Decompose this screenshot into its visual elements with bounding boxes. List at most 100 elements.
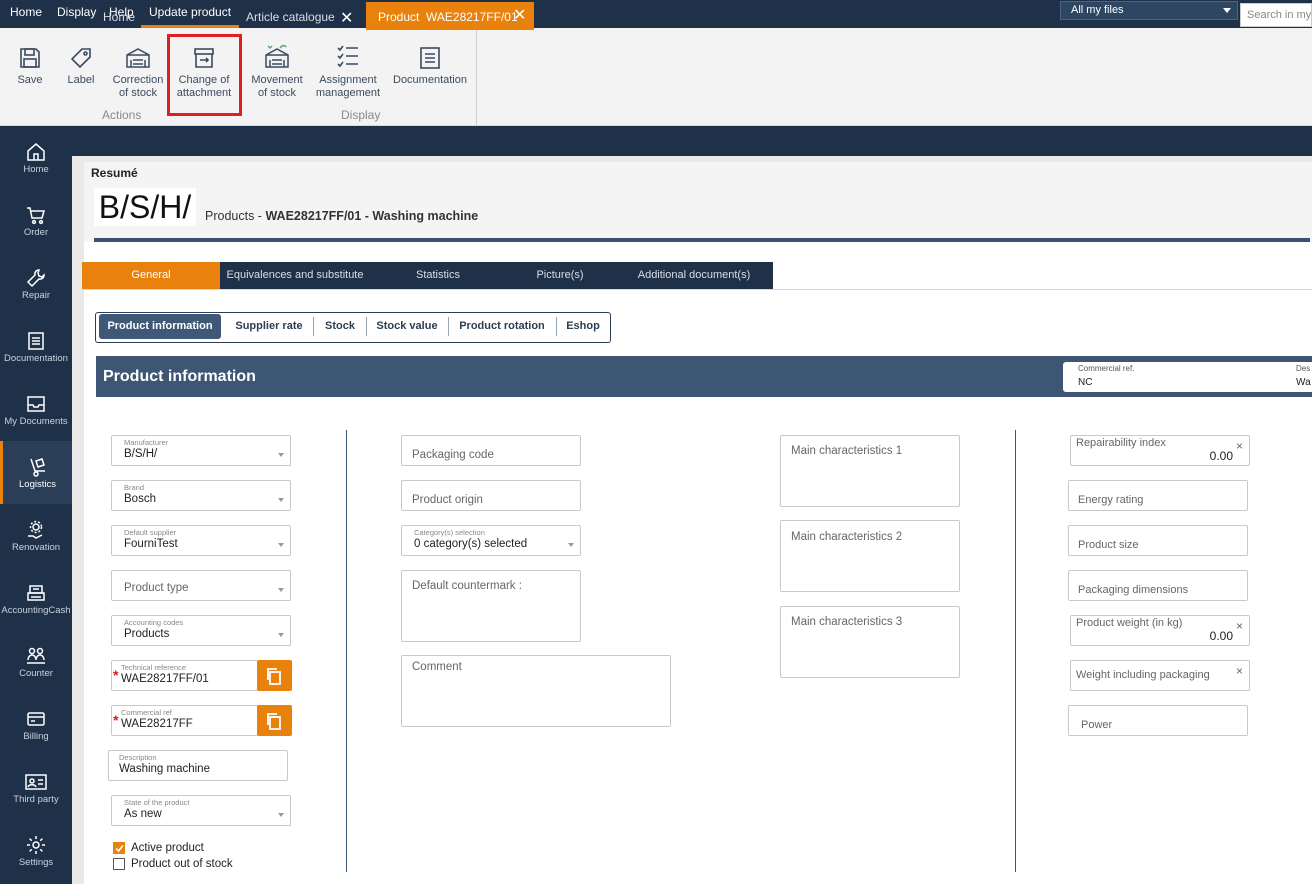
comment-textarea[interactable]: Comment bbox=[401, 655, 671, 727]
ribbon-group-divider bbox=[476, 28, 477, 126]
description-field[interactable]: Description Washing machine bbox=[108, 750, 288, 781]
repairability-index-field[interactable]: Repairability index 0.00 × bbox=[1070, 435, 1250, 466]
menu-update-product[interactable]: Update product bbox=[141, 0, 240, 28]
manufacturer-select[interactable]: Manufacturer B/S/H/ bbox=[111, 435, 291, 466]
accounting-codes-label: Accounting codes bbox=[124, 618, 184, 627]
manufacturer-value: B/S/H/ bbox=[124, 448, 158, 460]
nav-settings-label: Settings bbox=[18, 857, 54, 868]
product-type-select[interactable]: Product type bbox=[111, 570, 291, 601]
clear-icon[interactable]: × bbox=[1236, 439, 1243, 453]
movement-of-stock-button[interactable]: Movement of stock bbox=[248, 42, 306, 100]
weight-including-packaging-field[interactable]: Weight including packaging × bbox=[1070, 660, 1250, 691]
nav-renovation[interactable]: Renovation bbox=[0, 504, 72, 567]
description-value-truncated: Wa bbox=[1296, 377, 1311, 388]
document-icon bbox=[420, 47, 440, 69]
clear-icon[interactable]: × bbox=[1236, 664, 1243, 678]
subtab-product-rotation[interactable]: Product rotation bbox=[450, 314, 554, 339]
nav-billing[interactable]: Billing bbox=[0, 693, 72, 756]
subtab-stock[interactable]: Stock bbox=[316, 314, 364, 339]
tab-equivalences[interactable]: Equivalences and substitute bbox=[220, 262, 370, 289]
category-select[interactable]: Category(s) selection 0 category(s) sele… bbox=[401, 525, 581, 556]
save-button[interactable]: Save bbox=[12, 46, 48, 87]
gear-icon bbox=[27, 836, 45, 854]
power-field[interactable]: Power bbox=[1068, 705, 1248, 736]
state-select[interactable]: State of the product As new bbox=[111, 795, 291, 826]
default-countermark-textarea[interactable]: Default countermark : bbox=[401, 570, 581, 642]
nav-counter[interactable]: Counter bbox=[0, 630, 72, 693]
nav-settings[interactable]: Settings bbox=[0, 819, 72, 882]
close-icon[interactable]: ✕ bbox=[340, 1, 353, 31]
copy-technical-reference-button[interactable] bbox=[257, 660, 292, 691]
tab-statistics[interactable]: Statistics bbox=[378, 262, 498, 289]
close-icon[interactable]: ✕ bbox=[513, 0, 526, 28]
assignment-management-button[interactable]: Assignment management bbox=[313, 42, 383, 100]
nav-my-documents[interactable]: My Documents bbox=[0, 378, 72, 441]
file-scope-value: All my files bbox=[1071, 4, 1124, 16]
product-origin-field[interactable]: Product origin bbox=[401, 480, 581, 511]
nav-repair[interactable]: Repair bbox=[0, 252, 72, 315]
product-size-field[interactable]: Product size bbox=[1068, 525, 1248, 556]
resume-header bbox=[84, 162, 1312, 242]
inbox-icon bbox=[27, 396, 45, 412]
description-value: Washing machine bbox=[119, 763, 210, 775]
state-label: State of the product bbox=[124, 798, 190, 807]
main-characteristics-3-textarea[interactable]: Main characteristics 3 bbox=[780, 606, 960, 678]
clear-icon[interactable]: × bbox=[1236, 619, 1243, 633]
subtab-product-information[interactable]: Product information bbox=[99, 314, 221, 339]
menu-home[interactable]: Home bbox=[10, 0, 42, 28]
file-scope-select[interactable]: All my files bbox=[1060, 1, 1238, 20]
documentation-button[interactable]: Documentation bbox=[390, 46, 470, 87]
correction-of-stock-button[interactable]: Correction of stock bbox=[110, 46, 166, 100]
default-supplier-select[interactable]: Default supplier FourniTest bbox=[111, 525, 291, 556]
packaging-code-field[interactable]: Packaging code bbox=[401, 435, 581, 466]
copy-commercial-ref-button[interactable] bbox=[257, 705, 292, 736]
tab-general[interactable]: General bbox=[82, 262, 220, 289]
nav-order[interactable]: Order bbox=[0, 189, 72, 252]
accounting-codes-select[interactable]: Accounting codes Products bbox=[111, 615, 291, 646]
tag-icon bbox=[70, 48, 91, 69]
subtab-eshop[interactable]: Eshop bbox=[558, 314, 608, 339]
nav-logistics[interactable]: Logistics bbox=[0, 441, 72, 504]
repairability-index-label: Repairability index bbox=[1076, 437, 1166, 449]
doctab-home[interactable]: Home bbox=[103, 0, 135, 30]
commercial-ref-field[interactable]: * Commercial ref WAE28217FF bbox=[111, 705, 258, 736]
state-value: As new bbox=[124, 808, 162, 820]
packaging-dimensions-placeholder: Packaging dimensions bbox=[1078, 584, 1189, 596]
chevron-down-icon bbox=[568, 543, 574, 547]
nav-home[interactable]: Home bbox=[0, 126, 72, 189]
product-weight-field[interactable]: Product weight (in kg) 0.00 × bbox=[1070, 615, 1250, 646]
tab-pictures[interactable]: Picture(s) bbox=[510, 262, 610, 289]
global-search-input[interactable]: Search in my bbox=[1240, 3, 1312, 27]
subtab-stock-value[interactable]: Stock value bbox=[368, 314, 446, 339]
chevron-down-icon bbox=[278, 543, 284, 547]
nav-accountingcash[interactable]: AccountingCash bbox=[0, 567, 72, 630]
label-button[interactable]: Label bbox=[64, 46, 98, 87]
brand-logo: B/S/H/ bbox=[94, 188, 196, 226]
subtab-divider bbox=[448, 317, 449, 336]
save-icon bbox=[20, 48, 40, 68]
product-size-placeholder: Product size bbox=[1078, 539, 1139, 551]
default-countermark-placeholder: Default countermark : bbox=[412, 580, 522, 592]
nav-documentation[interactable]: Documentation bbox=[0, 315, 72, 378]
doctab-product[interactable]: Product WAE28217FF/01 bbox=[366, 2, 534, 30]
id-card-icon bbox=[25, 774, 47, 790]
chevron-down-icon bbox=[278, 453, 284, 457]
active-product-checkbox[interactable] bbox=[113, 842, 125, 854]
tab-additional-documents[interactable]: Additional document(s) bbox=[614, 262, 774, 289]
menu-display[interactable]: Display bbox=[57, 0, 96, 28]
subtab-supplier-rate[interactable]: Supplier rate bbox=[226, 314, 312, 339]
nav-billing-label: Billing bbox=[23, 731, 49, 742]
nav-third-party[interactable]: Third party bbox=[0, 756, 72, 819]
page-title-prefix: Products - bbox=[205, 209, 266, 223]
energy-rating-field[interactable]: Energy rating bbox=[1068, 480, 1248, 511]
document-icon bbox=[28, 332, 44, 350]
main-characteristics-1-textarea[interactable]: Main characteristics 1 bbox=[780, 435, 960, 507]
out-of-stock-checkbox[interactable] bbox=[113, 858, 125, 870]
brand-select[interactable]: Brand Bosch bbox=[111, 480, 291, 511]
doctab-article-catalogue[interactable]: Article catalogue bbox=[246, 0, 335, 30]
technical-reference-field[interactable]: * Technical reference WAE28217FF/01 bbox=[111, 660, 258, 691]
packaging-dimensions-field[interactable]: Packaging dimensions bbox=[1068, 570, 1248, 601]
commercial-ref-value: NC bbox=[1078, 377, 1093, 388]
accounting-codes-value: Products bbox=[124, 628, 170, 640]
main-characteristics-2-textarea[interactable]: Main characteristics 2 bbox=[780, 520, 960, 592]
